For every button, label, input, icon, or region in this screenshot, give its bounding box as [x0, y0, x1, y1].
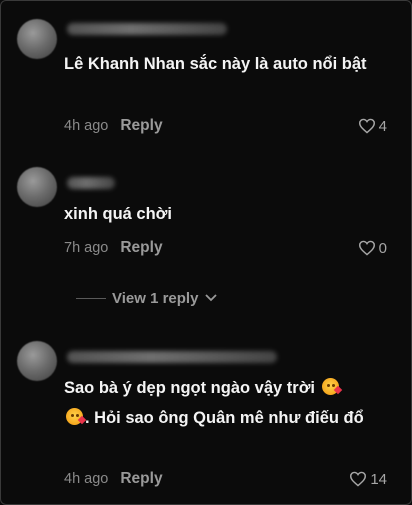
- like-button[interactable]: 4: [358, 115, 387, 137]
- face-blowing-kiss-emoji: [66, 408, 87, 425]
- reply-button[interactable]: Reply: [120, 239, 162, 257]
- like-button[interactable]: 0: [358, 237, 387, 259]
- face-blowing-kiss-emoji: [321, 378, 342, 395]
- like-count: 0: [378, 239, 387, 257]
- heart-outline-icon: [358, 118, 375, 134]
- divider-line: [76, 297, 106, 299]
- avatar[interactable]: [17, 167, 57, 207]
- chevron-down-icon: [205, 294, 218, 302]
- username-blurred[interactable]: [67, 351, 277, 363]
- comments-panel: Lê Khanh Nhan sắc này là auto nổi bật 4h…: [0, 0, 412, 505]
- like-count: 14: [370, 470, 387, 488]
- heart-outline-icon: [358, 240, 375, 256]
- comment-time: 4h ago: [64, 471, 109, 487]
- comment-meta: 7h ago Reply: [64, 237, 163, 259]
- view-replies-button[interactable]: View 1 reply: [76, 287, 218, 309]
- reply-button[interactable]: Reply: [120, 470, 162, 488]
- comment-time: 7h ago: [64, 240, 109, 256]
- comment-time: 4h ago: [64, 118, 109, 134]
- reply-button[interactable]: Reply: [120, 117, 162, 135]
- like-button[interactable]: 14: [349, 468, 387, 490]
- comment-text-part: . Hỏi sao ông Quân mê như điếu đổ: [85, 409, 364, 427]
- avatar[interactable]: [17, 19, 57, 59]
- comment-text-part: Sao bà ý dẹp ngọt ngào vậy trời: [64, 379, 316, 397]
- comment-text: Sao bà ý dẹp ngọt ngào vậy trời . Hỏi sa…: [64, 373, 364, 433]
- comment-meta: 4h ago Reply: [64, 115, 163, 137]
- username-blurred[interactable]: [67, 23, 227, 35]
- comment-text: Lê Khanh Nhan sắc này là auto nổi bật: [64, 55, 367, 73]
- like-count: 4: [378, 117, 387, 135]
- username-blurred[interactable]: [67, 177, 115, 189]
- avatar[interactable]: [17, 341, 57, 381]
- comment-meta: 4h ago Reply: [64, 468, 163, 490]
- comment-text: xinh quá chời: [64, 205, 172, 223]
- heart-outline-icon: [350, 471, 367, 487]
- view-replies-label: View 1 reply: [112, 289, 199, 307]
